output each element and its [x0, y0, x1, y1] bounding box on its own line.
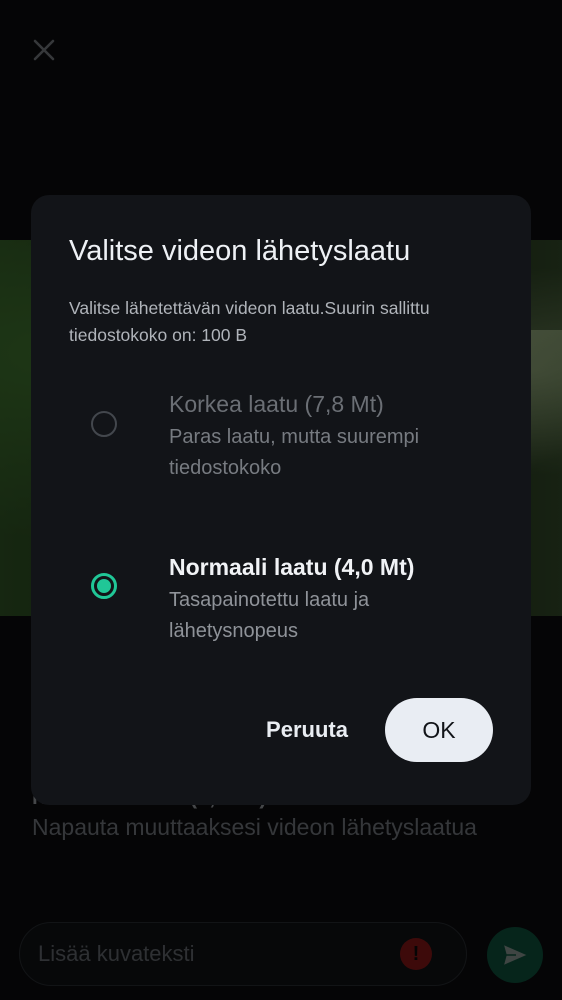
cancel-button[interactable]: Peruuta: [249, 698, 365, 762]
ok-button[interactable]: OK: [385, 698, 493, 762]
option-high-quality: Korkea laatu (7,8 Mt) Paras laatu, mutta…: [31, 370, 531, 480]
radio-selected-dot: [97, 579, 111, 593]
dialog-description: Valitse lähetettävän videon laatu.Suurin…: [69, 298, 430, 345]
option-title: Normaali laatu (4,0 Mt): [169, 554, 415, 580]
option-normal-quality[interactable]: Normaali laatu (4,0 Mt) Tasapainotettu l…: [31, 533, 531, 643]
option-subtitle: Paras laatu, mutta suurempi tiedostokoko: [169, 426, 420, 479]
option-title: Korkea laatu (7,8 Mt): [169, 391, 384, 417]
radio-high-quality: [91, 411, 117, 437]
radio-normal-quality[interactable]: [91, 573, 117, 599]
video-quality-dialog: Valitse videon lähetyslaatu Valitse lähe…: [31, 195, 531, 805]
option-subtitle: Tasapainotettu laatu ja lähetysnopeus: [169, 589, 370, 642]
dialog-title: Valitse videon lähetyslaatu: [69, 235, 411, 267]
